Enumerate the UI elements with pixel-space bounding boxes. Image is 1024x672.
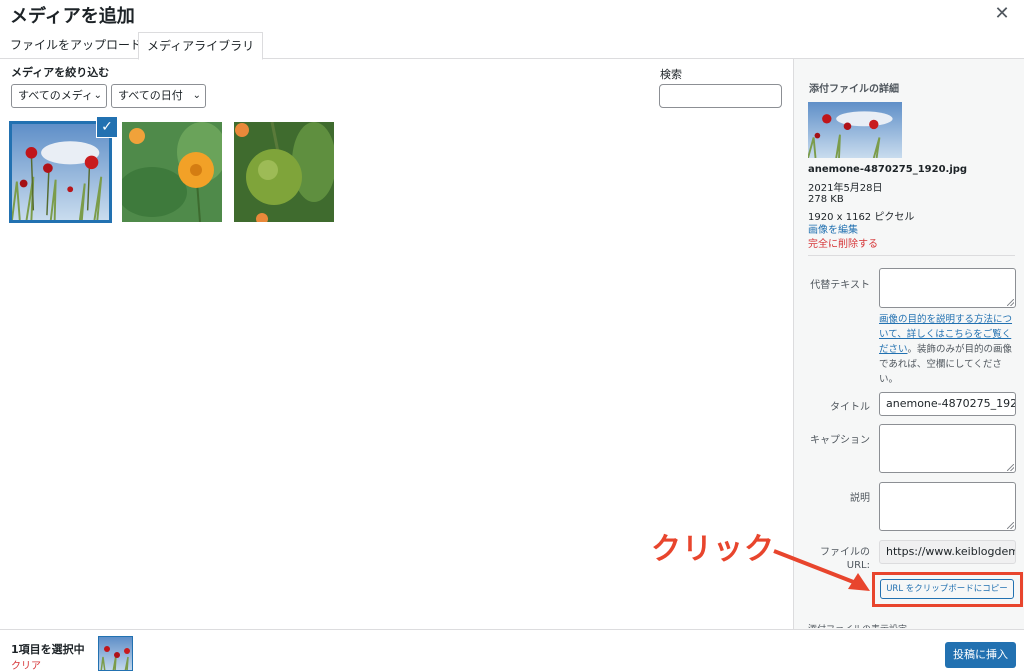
search-input[interactable]: [659, 84, 782, 108]
tab-upload[interactable]: ファイルをアップロード: [4, 32, 148, 59]
details-divider: [808, 255, 1015, 256]
media-item-poppy[interactable]: [122, 122, 222, 222]
tab-media-library[interactable]: メディアライブラリ: [138, 32, 264, 60]
modal-footer: [0, 629, 1024, 671]
insert-into-post-button[interactable]: 投稿に挿入: [945, 642, 1016, 668]
media-item-citrus[interactable]: [234, 122, 334, 222]
poppy-image: [122, 122, 222, 222]
chevron-down-icon: ⌄: [93, 90, 102, 101]
annotation-highlight-box: [872, 572, 1023, 607]
title-label: タイトル: [830, 402, 870, 413]
delete-permanently-link[interactable]: 完全に削除する: [808, 235, 878, 250]
display-settings-heading: 添付ファイルの表示設定: [808, 622, 907, 628]
caption-label: キャプション: [810, 435, 870, 446]
search-label: 検索: [660, 68, 682, 81]
close-icon[interactable]: ✕: [992, 4, 1012, 24]
details-title: 添付ファイルの詳細: [809, 84, 899, 95]
alt-text-label: 代替テキスト: [810, 280, 870, 291]
modal-title: メディアを追加: [10, 6, 135, 27]
selection-count: 1項目を選択中: [11, 643, 85, 656]
date-value: すべての日付: [118, 89, 183, 102]
alt-text-field[interactable]: [879, 268, 1016, 308]
citrus-image: [234, 122, 334, 222]
file-url-field[interactable]: https://www.keiblogdemo: [879, 540, 1016, 564]
title-field[interactable]: anemone-4870275_1920: [879, 392, 1016, 416]
media-type-select[interactable]: すべてのメディ ⌄: [11, 84, 107, 108]
checkmark-icon[interactable]: ✓: [96, 116, 118, 138]
details-thumbnail: [808, 102, 902, 158]
clear-selection-link[interactable]: クリア: [11, 657, 41, 672]
anemone-image: [12, 124, 109, 220]
media-type-value: すべてのメディ: [18, 89, 94, 102]
details-size: 278 KB: [808, 194, 844, 205]
description-field[interactable]: [879, 482, 1016, 531]
annotation-arrow-icon: [773, 549, 870, 591]
details-filename: anemone-4870275_1920.jpg: [808, 164, 968, 175]
date-select[interactable]: すべての日付 ⌄: [111, 84, 206, 108]
filter-label: メディアを絞り込む: [11, 66, 110, 79]
chevron-down-icon: ⌄: [192, 90, 201, 101]
annotation-click-label: クリック: [651, 532, 775, 567]
media-tabs: ファイルをアップロード メディアライブラリ: [0, 30, 1024, 60]
details-date: 2021年5月28日: [808, 183, 883, 194]
caption-field[interactable]: [879, 424, 1016, 473]
description-label: 説明: [850, 493, 870, 504]
edit-image-link[interactable]: 画像を編集: [808, 221, 858, 236]
selected-thumbnail[interactable]: [98, 636, 133, 671]
alt-text-help: 画像の目的を説明する方法について、詳しくはこちらをご覧ください。装飾のみが目的の…: [879, 312, 1016, 387]
